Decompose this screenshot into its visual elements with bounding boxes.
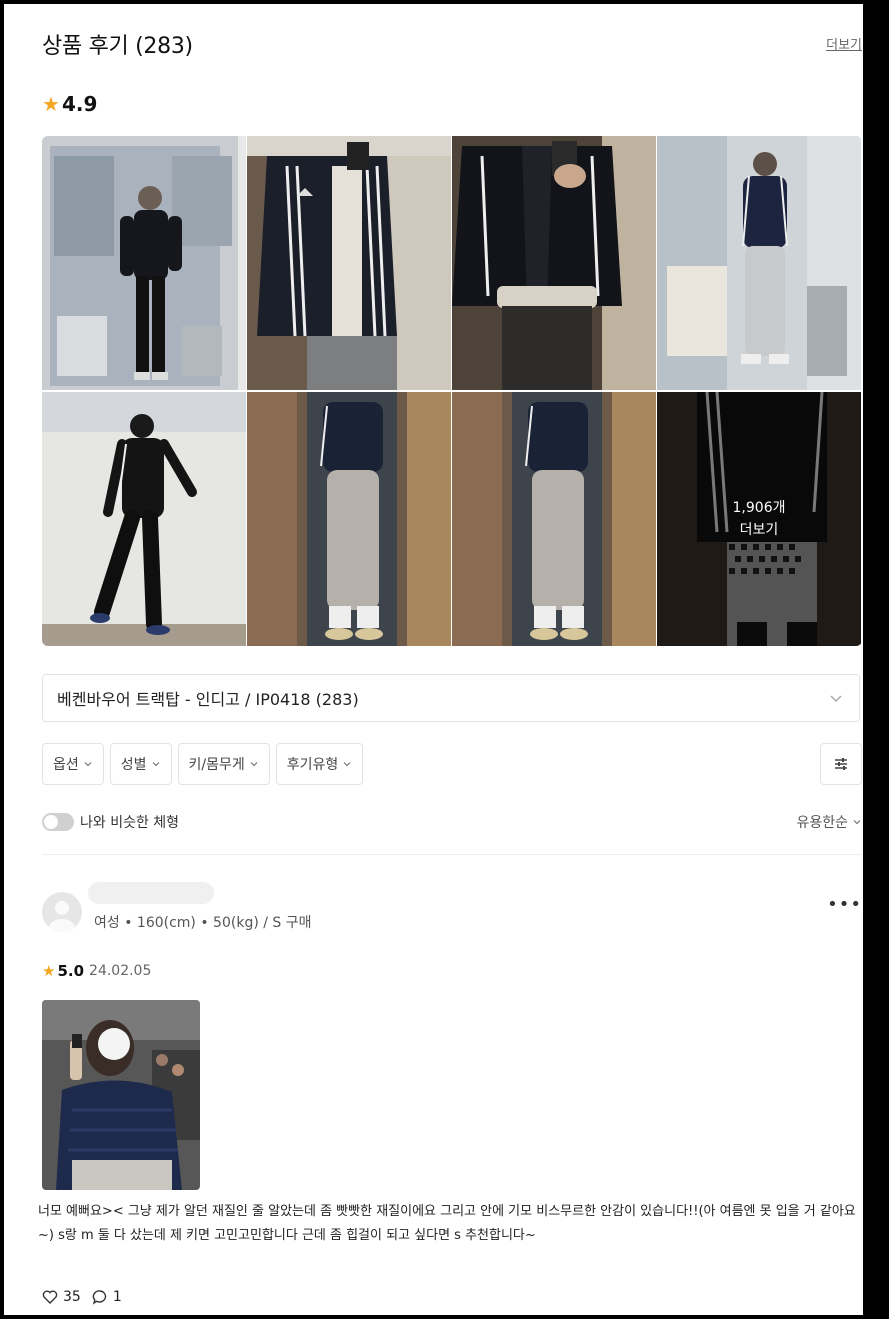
sort-select[interactable]: 유용한순 [796,810,862,834]
similar-body-label: 나와 비슷한 체형 [80,815,180,831]
comment-count: 1 [112,1289,122,1305]
filter-chip-label: 옵션 [53,757,79,773]
gallery-photo[interactable] [42,136,246,390]
gallery-more-label: 더보기 [739,522,779,538]
review-rating: ★ 5.0 24.02.05 [42,959,151,983]
divider [42,854,862,855]
review-reactions: 35 1 [42,1286,122,1308]
more-options-icon[interactable]: ••• [827,894,862,915]
gallery-more-count: 1,906개 [732,500,786,516]
star-icon: ★ [42,961,56,980]
review-section: 상품 후기 (283) 더보기 ★ 4.9 1,906개 더보기 베켄바우어 트… [38,4,862,1315]
gallery-photo[interactable] [452,136,656,390]
variant-select[interactable]: 베켄바우어 트랙탑 - 인디고 / IP0418 (283) [42,674,860,722]
variant-select-value: 베켄바우어 트랙탑 - 인디고 / IP0418 (283) [57,690,359,709]
chevron-down-icon [250,762,258,767]
gallery-photo[interactable] [42,392,246,646]
chevron-down-icon [853,820,861,825]
review-photo[interactable] [42,1000,200,1190]
similar-body-toggle[interactable]: 나와 비슷한 체형 [42,810,179,834]
reviewer-body-info: 여성 • 160(cm) • 50(kg) / S 구매 [94,915,312,931]
review-text: 너모 예뻐요>< 그냥 제가 알던 재질인 줄 알았는데 좀 빳빳한 재질이에요… [38,1204,856,1243]
review-header: 여성 • 160(cm) • 50(kg) / S 구매 ••• [42,878,862,934]
photo-gallery: 1,906개 더보기 [42,136,862,646]
sort-label: 유용한순 [796,815,848,831]
chevron-down-icon [152,762,159,767]
filter-chip-review-type[interactable]: 후기유형 [275,743,364,785]
comment-icon[interactable] [92,1289,108,1305]
chevron-down-icon [343,762,351,767]
filter-chips: 옵션 성별 키/몸무게 후기유형 [42,743,364,785]
chevron-down-icon [84,762,92,767]
gallery-photo[interactable] [657,136,861,390]
gallery-more-tile[interactable]: 1,906개 더보기 [657,392,861,646]
reviewer-name-blurred [88,882,214,904]
filter-chip-gender[interactable]: 성별 [109,743,172,785]
avatar [42,892,82,932]
heart-icon[interactable] [42,1289,58,1305]
like-count: 35 [63,1289,81,1305]
section-header: 상품 후기 (283) 더보기 [42,28,862,64]
review-score: 5.0 [57,962,85,980]
gallery-photo[interactable] [247,136,451,390]
section-title: 상품 후기 (283) [42,34,193,59]
gallery-photo[interactable] [452,392,656,646]
review-date: 24.02.05 [89,963,152,979]
filter-settings-icon [835,758,847,770]
filter-settings-button[interactable] [820,743,862,785]
average-rating-value: 4.9 [61,92,98,116]
filter-chip-height-weight[interactable]: 키/몸무게 [177,743,270,785]
page-frame: 상품 후기 (283) 더보기 ★ 4.9 1,906개 더보기 베켄바우어 트… [4,4,863,1315]
filter-chip-label: 후기유형 [286,757,339,773]
filter-chip-label: 키/몸무게 [188,757,245,773]
gallery-photo[interactable] [247,392,451,646]
see-more-link[interactable]: 더보기 [826,34,862,53]
filter-chip-label: 성별 [120,757,147,773]
chevron-down-icon [827,689,845,711]
gallery-more-overlay[interactable]: 1,906개 더보기 [657,392,861,646]
star-icon: ★ [42,92,60,116]
filter-chip-option[interactable]: 옵션 [42,743,104,785]
toggle-switch[interactable] [42,813,74,831]
average-rating: ★ 4.9 [42,90,97,118]
